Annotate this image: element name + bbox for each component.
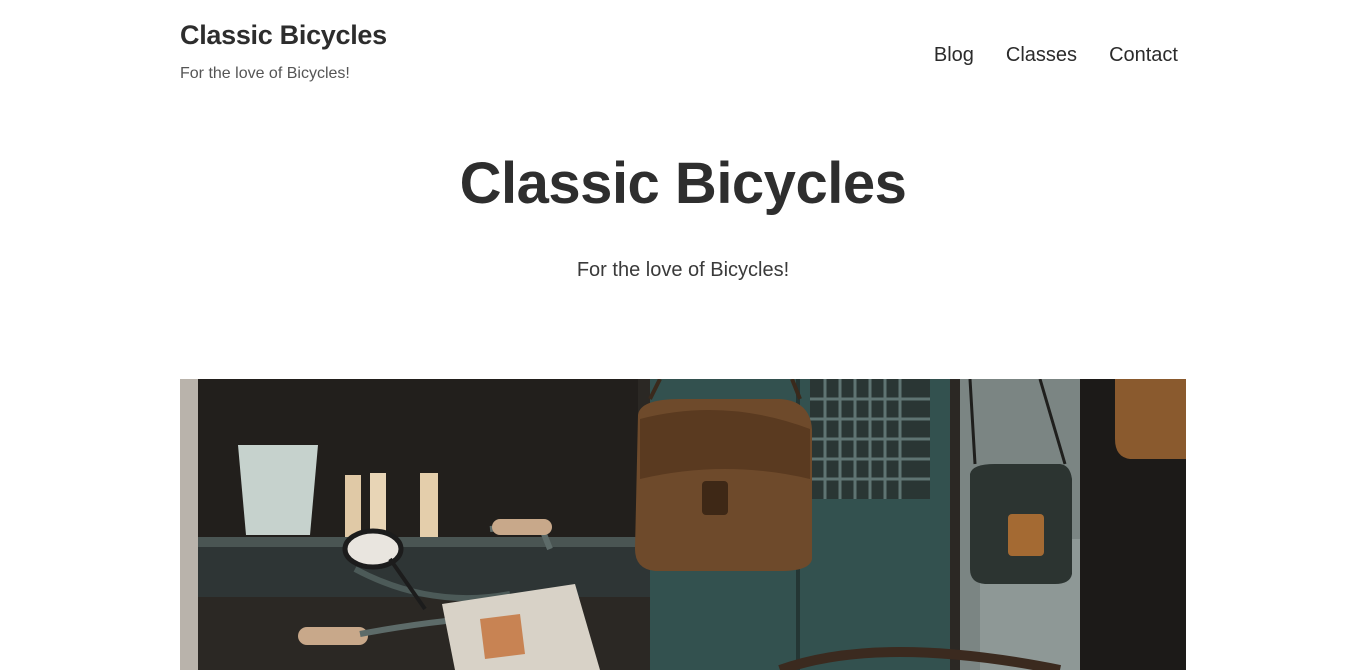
nav-item-classes[interactable]: Classes — [1006, 44, 1077, 67]
window-frame-edge — [180, 379, 198, 670]
shelf — [198, 537, 678, 547]
site-header: Classic Bicycles For the love of Bicycle… — [180, 20, 1186, 90]
candle-1 — [345, 475, 361, 537]
site-tagline: For the love of Bicycles! — [180, 65, 350, 82]
candle-2 — [370, 473, 386, 537]
bag-buckle — [702, 481, 728, 515]
handlebar-grip-top — [492, 519, 552, 535]
hero-section: Classic Bicycles For the love of Bicycle… — [0, 150, 1366, 282]
shelf-shadow — [198, 547, 678, 597]
candle-3 — [420, 473, 438, 537]
featured-image — [180, 379, 1186, 670]
hero-tagline: For the love of Bicycles! — [576, 259, 790, 281]
ceramic-cup — [238, 445, 318, 535]
nav-item-contact[interactable]: Contact — [1109, 44, 1178, 67]
bag-pocket — [1008, 514, 1044, 556]
featured-image-illustration — [180, 379, 1186, 670]
nav-item-blog[interactable]: Blog — [934, 44, 974, 67]
site-title-link[interactable]: Classic Bicycles — [180, 20, 387, 51]
hero-title: Classic Bicycles — [459, 151, 907, 216]
main-nav: Blog Classes Contact — [934, 44, 1178, 67]
handlebar-grip-bottom — [298, 627, 368, 645]
leather-bag-corner — [1115, 379, 1186, 459]
